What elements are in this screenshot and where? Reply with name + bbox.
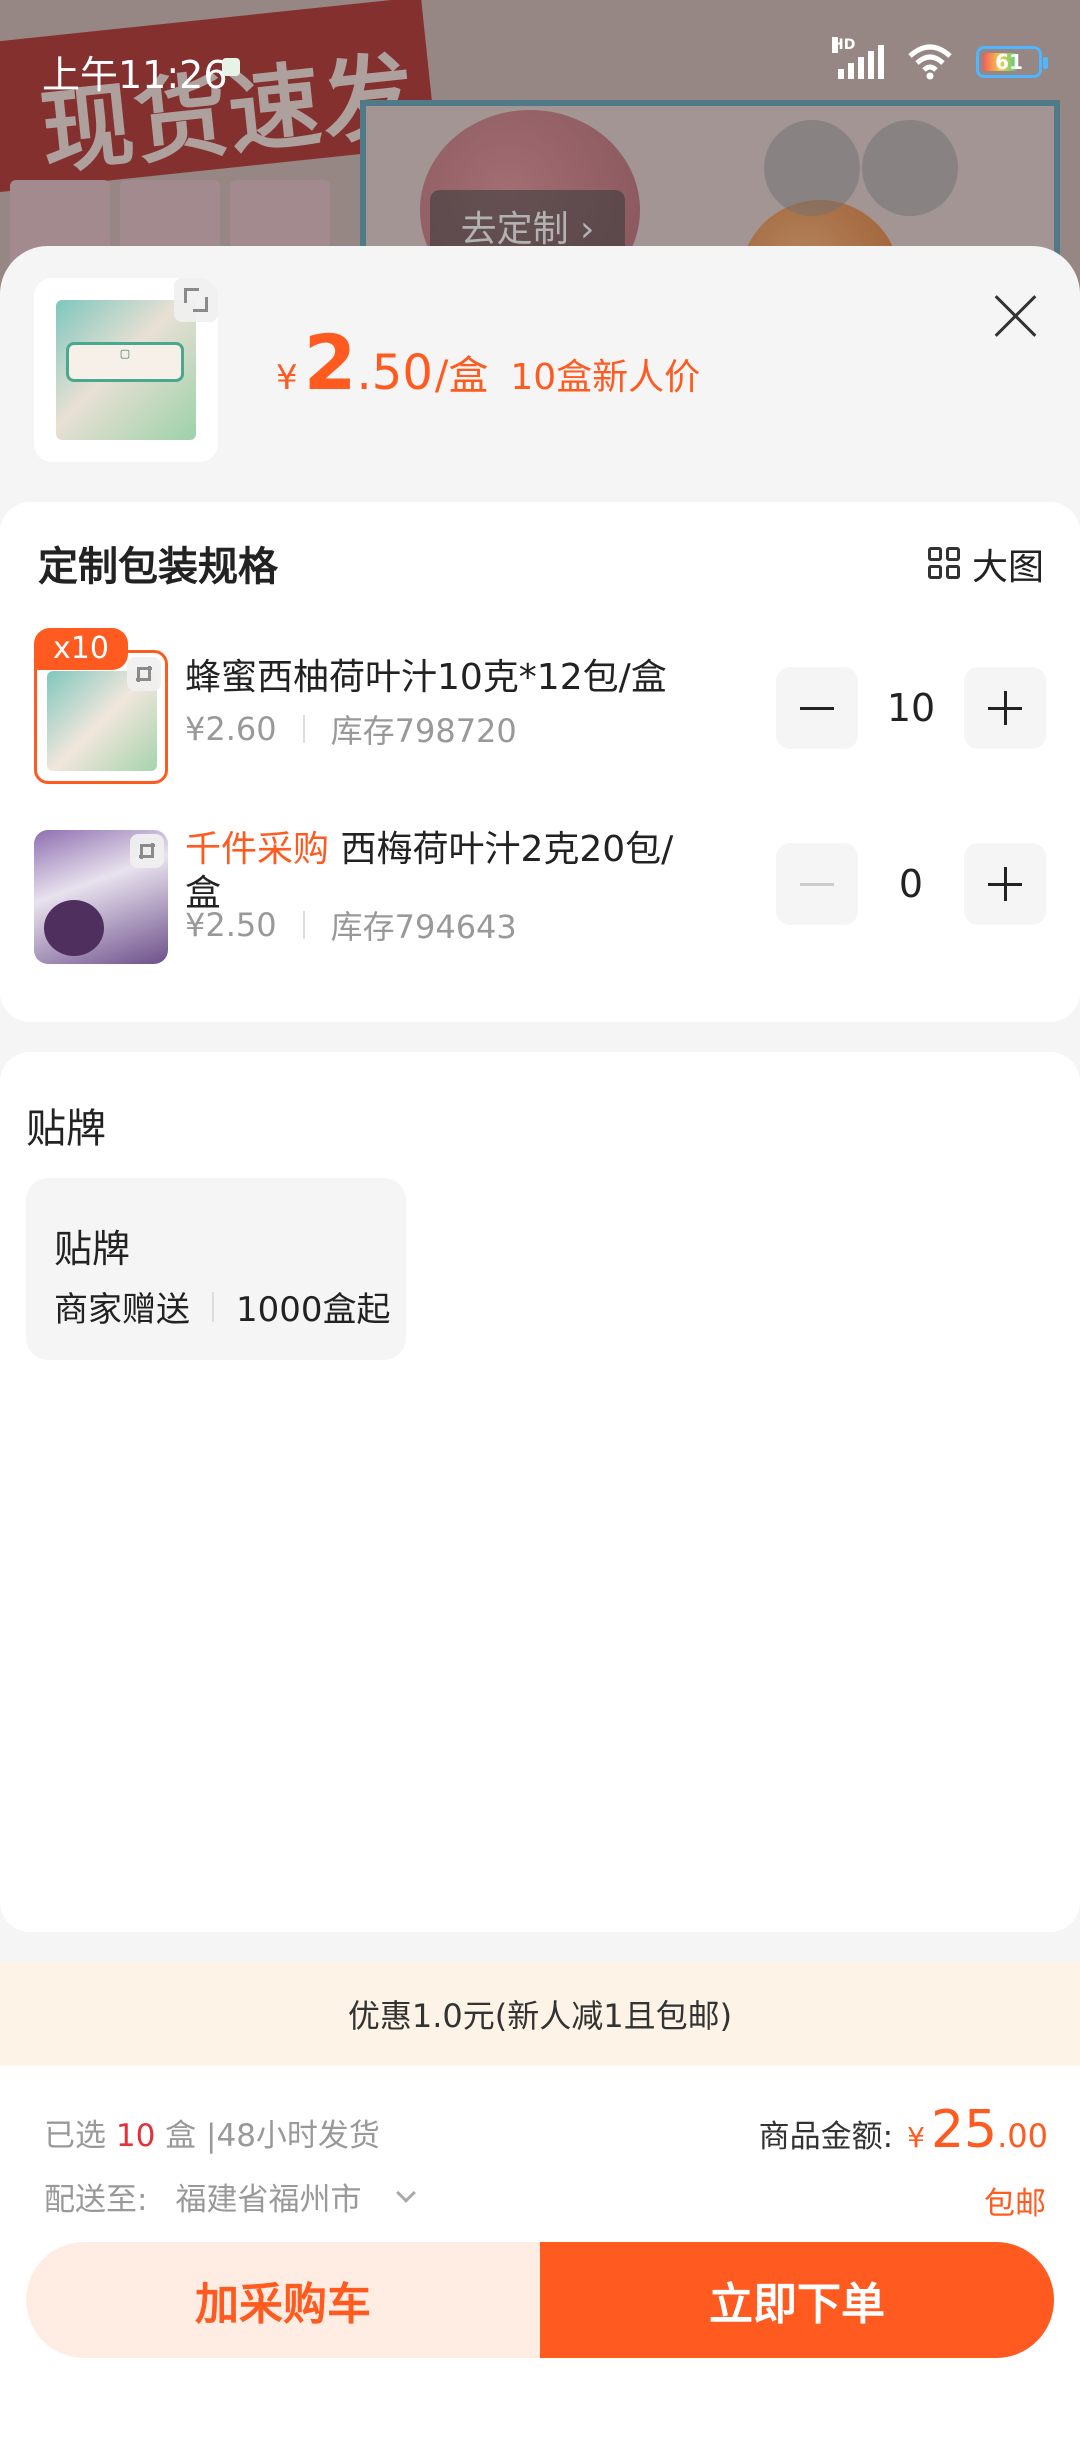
plum-image [44,900,104,956]
private-label-card: 贴牌 贴牌 商家赠送 1000盒起 [0,1052,1080,1932]
spec-item-stock: 库存794643 [330,908,517,946]
spec-title: 定制包装规格 [38,544,278,590]
price-decimal: .50 [356,345,433,401]
expand-icon[interactable] [127,657,161,691]
private-label-option-title: 贴牌 [54,1227,131,1271]
status-bar: 上午11:26 HD 61 [0,0,1080,130]
free-shipping-label: 包邮 [984,2186,1046,2222]
spec-card: 定制包装规格 大图 x10 蜂蜜西柚荷叶汁10克*12包/盒 ¥2.60 库存7… [0,502,1080,1022]
buy-now-button[interactable]: 立即下单 [540,2242,1054,2358]
divider [302,715,305,743]
divider [212,1291,214,1322]
grid-icon [927,547,962,581]
spec-item-image[interactable] [34,650,168,784]
divider [302,911,305,939]
spec-item[interactable]: x10 蜂蜜西柚荷叶汁10克*12包/盒 ¥2.60 库存798720 10 [0,628,1080,800]
promo-text: 优惠1.0元(新人减1且包邮) [347,1997,733,2035]
private-label-moq: 1000盒起 [236,1290,391,1330]
expand-icon[interactable] [174,278,218,322]
spec-item-highlight: 千件采购 [185,829,330,870]
price-integer: 2 [303,318,357,407]
total-currency: ¥ [907,2121,925,2154]
total-decimal: .00 [997,2117,1048,2155]
price-currency: ¥ [276,358,298,398]
total-integer: 25 [930,2100,998,2160]
spec-item-meta: ¥2.60 库存798720 [185,706,517,752]
status-time: 上午11:26 [42,53,228,97]
spec-item-price: ¥2.60 [185,710,277,748]
product-box-label: ▢ [66,342,184,382]
quantity-badge: x10 [34,628,128,670]
signal-icon: HD [832,37,884,79]
product-header: ▢ ¥ 2 .50 /盒 10盒新人价 [0,246,1080,496]
spec-item-stock: 库存798720 [330,712,517,750]
battery-level: 61 [995,50,1023,74]
big-view-button[interactable]: 大图 [927,538,1044,590]
delivery-selector[interactable]: 配送至: 福建省福州市 [44,2174,417,2219]
expand-icon[interactable] [130,834,164,868]
private-label-title: 贴牌 [26,1106,106,1152]
spec-item-name-text: 蜂蜜西柚荷叶汁10克*12包/盒 [185,657,667,698]
product-price: ¥ 2 .50 /盒 10盒新人价 [276,318,700,407]
chevron-down-icon [396,2182,417,2203]
battery-icon: 61 [976,46,1048,78]
decrement-button[interactable] [776,667,858,749]
quantity-value[interactable]: 0 [871,862,951,906]
price-unit: /盒 [434,353,489,399]
selected-prefix: 已选 [44,2118,106,2154]
selected-suffix: 盒 |48小时发货 [165,2118,380,2154]
new-user-price-tag: 10盒新人价 [510,357,701,398]
selected-summary: 已选 10 盒 |48小时发货 [44,2110,380,2155]
order-summary-bar: 已选 10 盒 |48小时发货 配送至: 福建省福州市 商品金额: ¥ 25 .… [0,2066,1080,2460]
status-icons: HD 61 [832,37,1048,80]
total-amount: 商品金额: ¥ 25 .00 [759,2100,1048,2160]
promo-strip: 优惠1.0元(新人减1且包邮) [0,1962,1080,2066]
spec-item-name: 蜂蜜西柚荷叶汁10克*12包/盒 [185,656,685,700]
spec-item-image[interactable] [34,830,168,964]
quantity-stepper[interactable]: 10 [776,666,1046,750]
private-label-source: 商家赠送 [54,1290,190,1330]
quantity-value[interactable]: 10 [871,686,951,730]
private-label-option-meta: 商家赠送 1000盒起 [54,1282,391,1331]
delivery-region[interactable]: 福建省福州市 [175,2174,361,2219]
spec-item-price: ¥2.50 [185,906,277,944]
total-label: 商品金额: [758,2119,894,2155]
delivery-label: 配送至: [44,2182,148,2218]
spec-selection-sheet: ▢ ¥ 2 .50 /盒 10盒新人价 定制包装规格 大图 x10 蜂蜜西柚荷叶… [0,246,1080,2460]
decrement-button[interactable] [776,843,858,925]
selected-count: 10 [115,2118,156,2154]
spec-item-meta: ¥2.50 库存794643 [185,902,517,948]
big-view-label: 大图 [971,547,1044,588]
close-icon[interactable] [994,294,1038,338]
product-thumbnail[interactable]: ▢ [34,278,218,462]
spec-item[interactable]: 千件采购 西梅荷叶汁2克20包/盒 ¥2.50 库存794643 0 [0,829,1080,980]
add-to-cart-button[interactable]: 加采购车 [26,2242,540,2358]
wifi-icon [908,44,952,80]
hd-label: HD [832,37,856,53]
notification-icon [222,58,240,76]
quantity-stepper[interactable]: 0 [776,842,1046,926]
private-label-option[interactable]: 贴牌 商家赠送 1000盒起 [26,1178,406,1360]
increment-button[interactable] [964,667,1046,749]
increment-button[interactable] [964,843,1046,925]
